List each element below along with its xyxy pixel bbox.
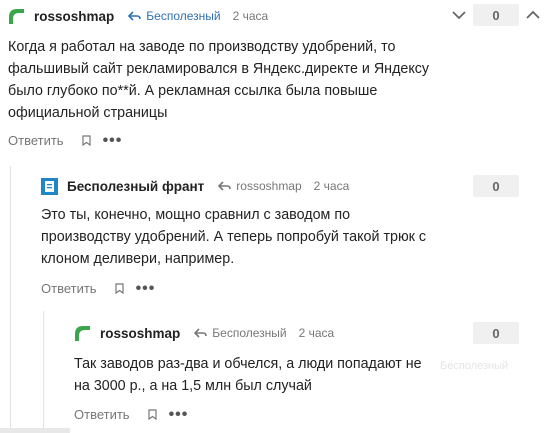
avatar[interactable] bbox=[41, 177, 58, 195]
rating-score: 0 bbox=[473, 322, 519, 344]
comment-2: Бесполезный франт rossoshmap 2 часа Это … bbox=[41, 175, 521, 305]
horizontal-scrollbar[interactable] bbox=[0, 428, 70, 433]
comment-actions: Ответить ••• bbox=[8, 132, 123, 148]
comment-text: Так заводов раз-два и обчелся, а люди по… bbox=[74, 356, 422, 394]
reply-button[interactable]: Ответить bbox=[41, 281, 97, 296]
comment-actions: Ответить ••• bbox=[74, 406, 189, 422]
comment-text: Это ты, конечно, мощно сравнил с заводом… bbox=[41, 207, 427, 267]
more-options-icon[interactable]: ••• bbox=[169, 406, 189, 422]
expand-chevron-icon[interactable] bbox=[525, 7, 541, 23]
comment-header: rossoshmap Бесполезный 2 часа bbox=[8, 5, 268, 27]
timestamp: 2 часа bbox=[232, 9, 269, 23]
reply-to-name: rossoshmap bbox=[236, 179, 302, 193]
timestamp: 2 часа bbox=[313, 179, 350, 193]
comment-3: rossoshmap Бесполезный 2 часа Так заводо… bbox=[74, 322, 524, 428]
green-corner-icon bbox=[8, 7, 25, 25]
comment-actions: Ответить ••• bbox=[41, 280, 156, 296]
more-options-icon[interactable]: ••• bbox=[103, 132, 123, 148]
comment-text: Когда я работал на заводе по производств… bbox=[8, 39, 430, 121]
reply-to-name: Бесполезный bbox=[146, 9, 221, 23]
reply-to-link[interactable]: Бесполезный bbox=[194, 326, 287, 340]
comment-header: rossoshmap Бесполезный 2 часа bbox=[74, 322, 334, 344]
reply-arrow-icon bbox=[218, 181, 232, 191]
faded-background-text: Бесполезный bbox=[440, 360, 509, 372]
comment-1: rossoshmap Бесполезный 2 часа Когда я ра… bbox=[8, 5, 548, 155]
author-name[interactable]: Бесполезный франт bbox=[67, 179, 204, 194]
reply-to-link[interactable]: Бесполезный bbox=[128, 9, 221, 23]
reply-arrow-icon bbox=[194, 328, 208, 338]
reply-to-name: Бесполезный bbox=[212, 326, 287, 340]
timestamp: 2 часа bbox=[298, 326, 335, 340]
reply-arrow-icon bbox=[128, 11, 142, 21]
rating-score: 0 bbox=[473, 175, 519, 197]
more-options-icon[interactable]: ••• bbox=[136, 280, 156, 296]
reply-button[interactable]: Ответить bbox=[74, 407, 130, 422]
bookmark-icon[interactable] bbox=[147, 409, 157, 420]
bookmark-icon[interactable] bbox=[114, 283, 124, 294]
green-corner-icon bbox=[74, 324, 91, 342]
avatar[interactable] bbox=[8, 7, 25, 25]
avatar[interactable] bbox=[74, 324, 91, 342]
document-icon bbox=[41, 177, 58, 195]
thread-line bbox=[10, 166, 11, 433]
comment-header: Бесполезный франт rossoshmap 2 часа bbox=[41, 175, 349, 197]
thread-line bbox=[43, 311, 44, 433]
reply-to-link[interactable]: rossoshmap bbox=[218, 179, 302, 193]
author-name[interactable]: rossoshmap bbox=[100, 326, 180, 341]
bookmark-icon[interactable] bbox=[81, 135, 91, 146]
collapse-chevron-icon[interactable] bbox=[451, 7, 467, 23]
reply-button[interactable]: Ответить bbox=[8, 133, 64, 148]
author-name[interactable]: rossoshmap bbox=[34, 9, 114, 24]
rating-score: 0 bbox=[473, 4, 519, 26]
